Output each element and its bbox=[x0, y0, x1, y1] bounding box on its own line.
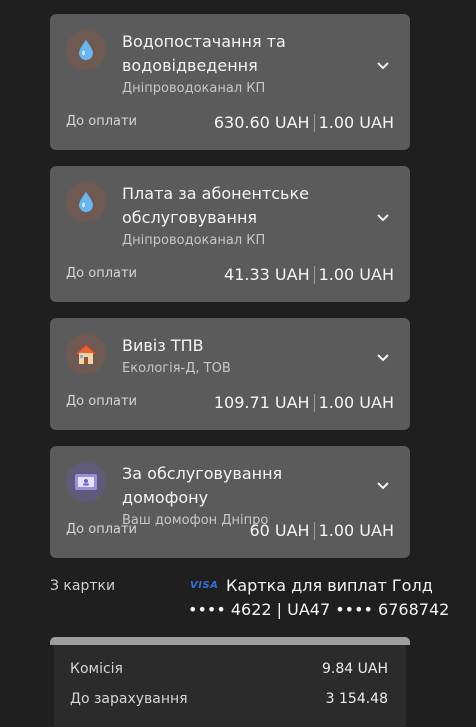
commission-label: Комісія bbox=[70, 661, 123, 677]
chevron-down-icon[interactable] bbox=[376, 59, 390, 73]
credit-label: До зарахування bbox=[70, 691, 188, 707]
visa-logo-icon: VISA bbox=[190, 580, 219, 591]
credit-row: До зарахування 3 154.48 bbox=[70, 691, 388, 707]
amount-due: 60 UAH bbox=[249, 521, 310, 540]
commission-row: Комісія 9.84 UAH bbox=[70, 661, 388, 677]
amount-due: 109.71 UAH bbox=[213, 393, 310, 412]
payment-title: Плата за абонентське обслуговування Дніп… bbox=[122, 182, 362, 250]
payment-summary: Комісія 9.84 UAH До зарахування 3 154.48 bbox=[54, 645, 406, 727]
payment-title: Вивіз ТПВ Екологія-Д, ТОВ bbox=[122, 334, 362, 378]
water-drop-icon bbox=[66, 182, 106, 222]
fee-amount: 1.00 UAH bbox=[318, 113, 394, 132]
provider-name: Екологія-Д, ТОВ bbox=[122, 361, 231, 376]
divider bbox=[313, 265, 315, 284]
amount-row: 41.33 UAH 1.00 UAH bbox=[224, 265, 394, 284]
fee-amount: 1.00 UAH bbox=[318, 265, 394, 284]
fee-amount: 1.00 UAH bbox=[318, 521, 394, 540]
card-name[interactable]: Картка для виплат Голд bbox=[226, 576, 433, 595]
chevron-down-icon[interactable] bbox=[376, 479, 390, 493]
commission-value: 9.84 UAH bbox=[322, 661, 388, 677]
payment-source-label: З картки bbox=[50, 578, 116, 594]
card-number[interactable]: •••• 4622 | UA47 •••• 6768742 bbox=[188, 600, 449, 619]
chevron-down-icon[interactable] bbox=[376, 211, 390, 225]
amount-due: 630.60 UAH bbox=[213, 113, 310, 132]
amount-row: 109.71 UAH 1.00 UAH bbox=[214, 393, 394, 412]
payment-title: За обслуговування домофону Ваш домофон Д… bbox=[122, 462, 362, 530]
payment-title: Водопостачання та водовідведення Дніпров… bbox=[122, 30, 362, 98]
amount-row: 630.60 UAH 1.00 UAH bbox=[214, 113, 394, 132]
due-label: До оплати bbox=[66, 114, 137, 129]
credit-value: 3 154.48 bbox=[325, 691, 388, 707]
divider bbox=[313, 393, 315, 412]
amount-due: 41.33 UAH bbox=[224, 265, 310, 284]
fee-amount: 1.00 UAH bbox=[318, 393, 394, 412]
summary-top-bar bbox=[50, 637, 410, 645]
provider-name: Дніпроводоканал КП bbox=[122, 233, 266, 248]
due-label: До оплати bbox=[66, 266, 137, 281]
water-drop-icon bbox=[66, 30, 106, 70]
divider bbox=[313, 113, 315, 132]
chevron-down-icon[interactable] bbox=[376, 351, 390, 365]
due-label: До оплати bbox=[66, 522, 137, 537]
payment-card-water-supply[interactable]: Водопостачання та водовідведення Дніпров… bbox=[50, 14, 410, 150]
provider-name: Дніпроводоканал КП bbox=[122, 81, 266, 96]
due-label: До оплати bbox=[66, 394, 137, 409]
house-icon bbox=[66, 334, 106, 374]
intercom-icon bbox=[66, 462, 106, 502]
amount-row: 60 UAH 1.00 UAH bbox=[249, 521, 394, 540]
payment-card-intercom[interactable]: За обслуговування домофону Ваш домофон Д… bbox=[50, 446, 410, 558]
payment-card-subscription-service[interactable]: Плата за абонентське обслуговування Дніп… bbox=[50, 166, 410, 302]
payment-card-waste-removal[interactable]: Вивіз ТПВ Екологія-Д, ТОВ До оплати 109.… bbox=[50, 318, 410, 430]
divider bbox=[313, 521, 315, 540]
